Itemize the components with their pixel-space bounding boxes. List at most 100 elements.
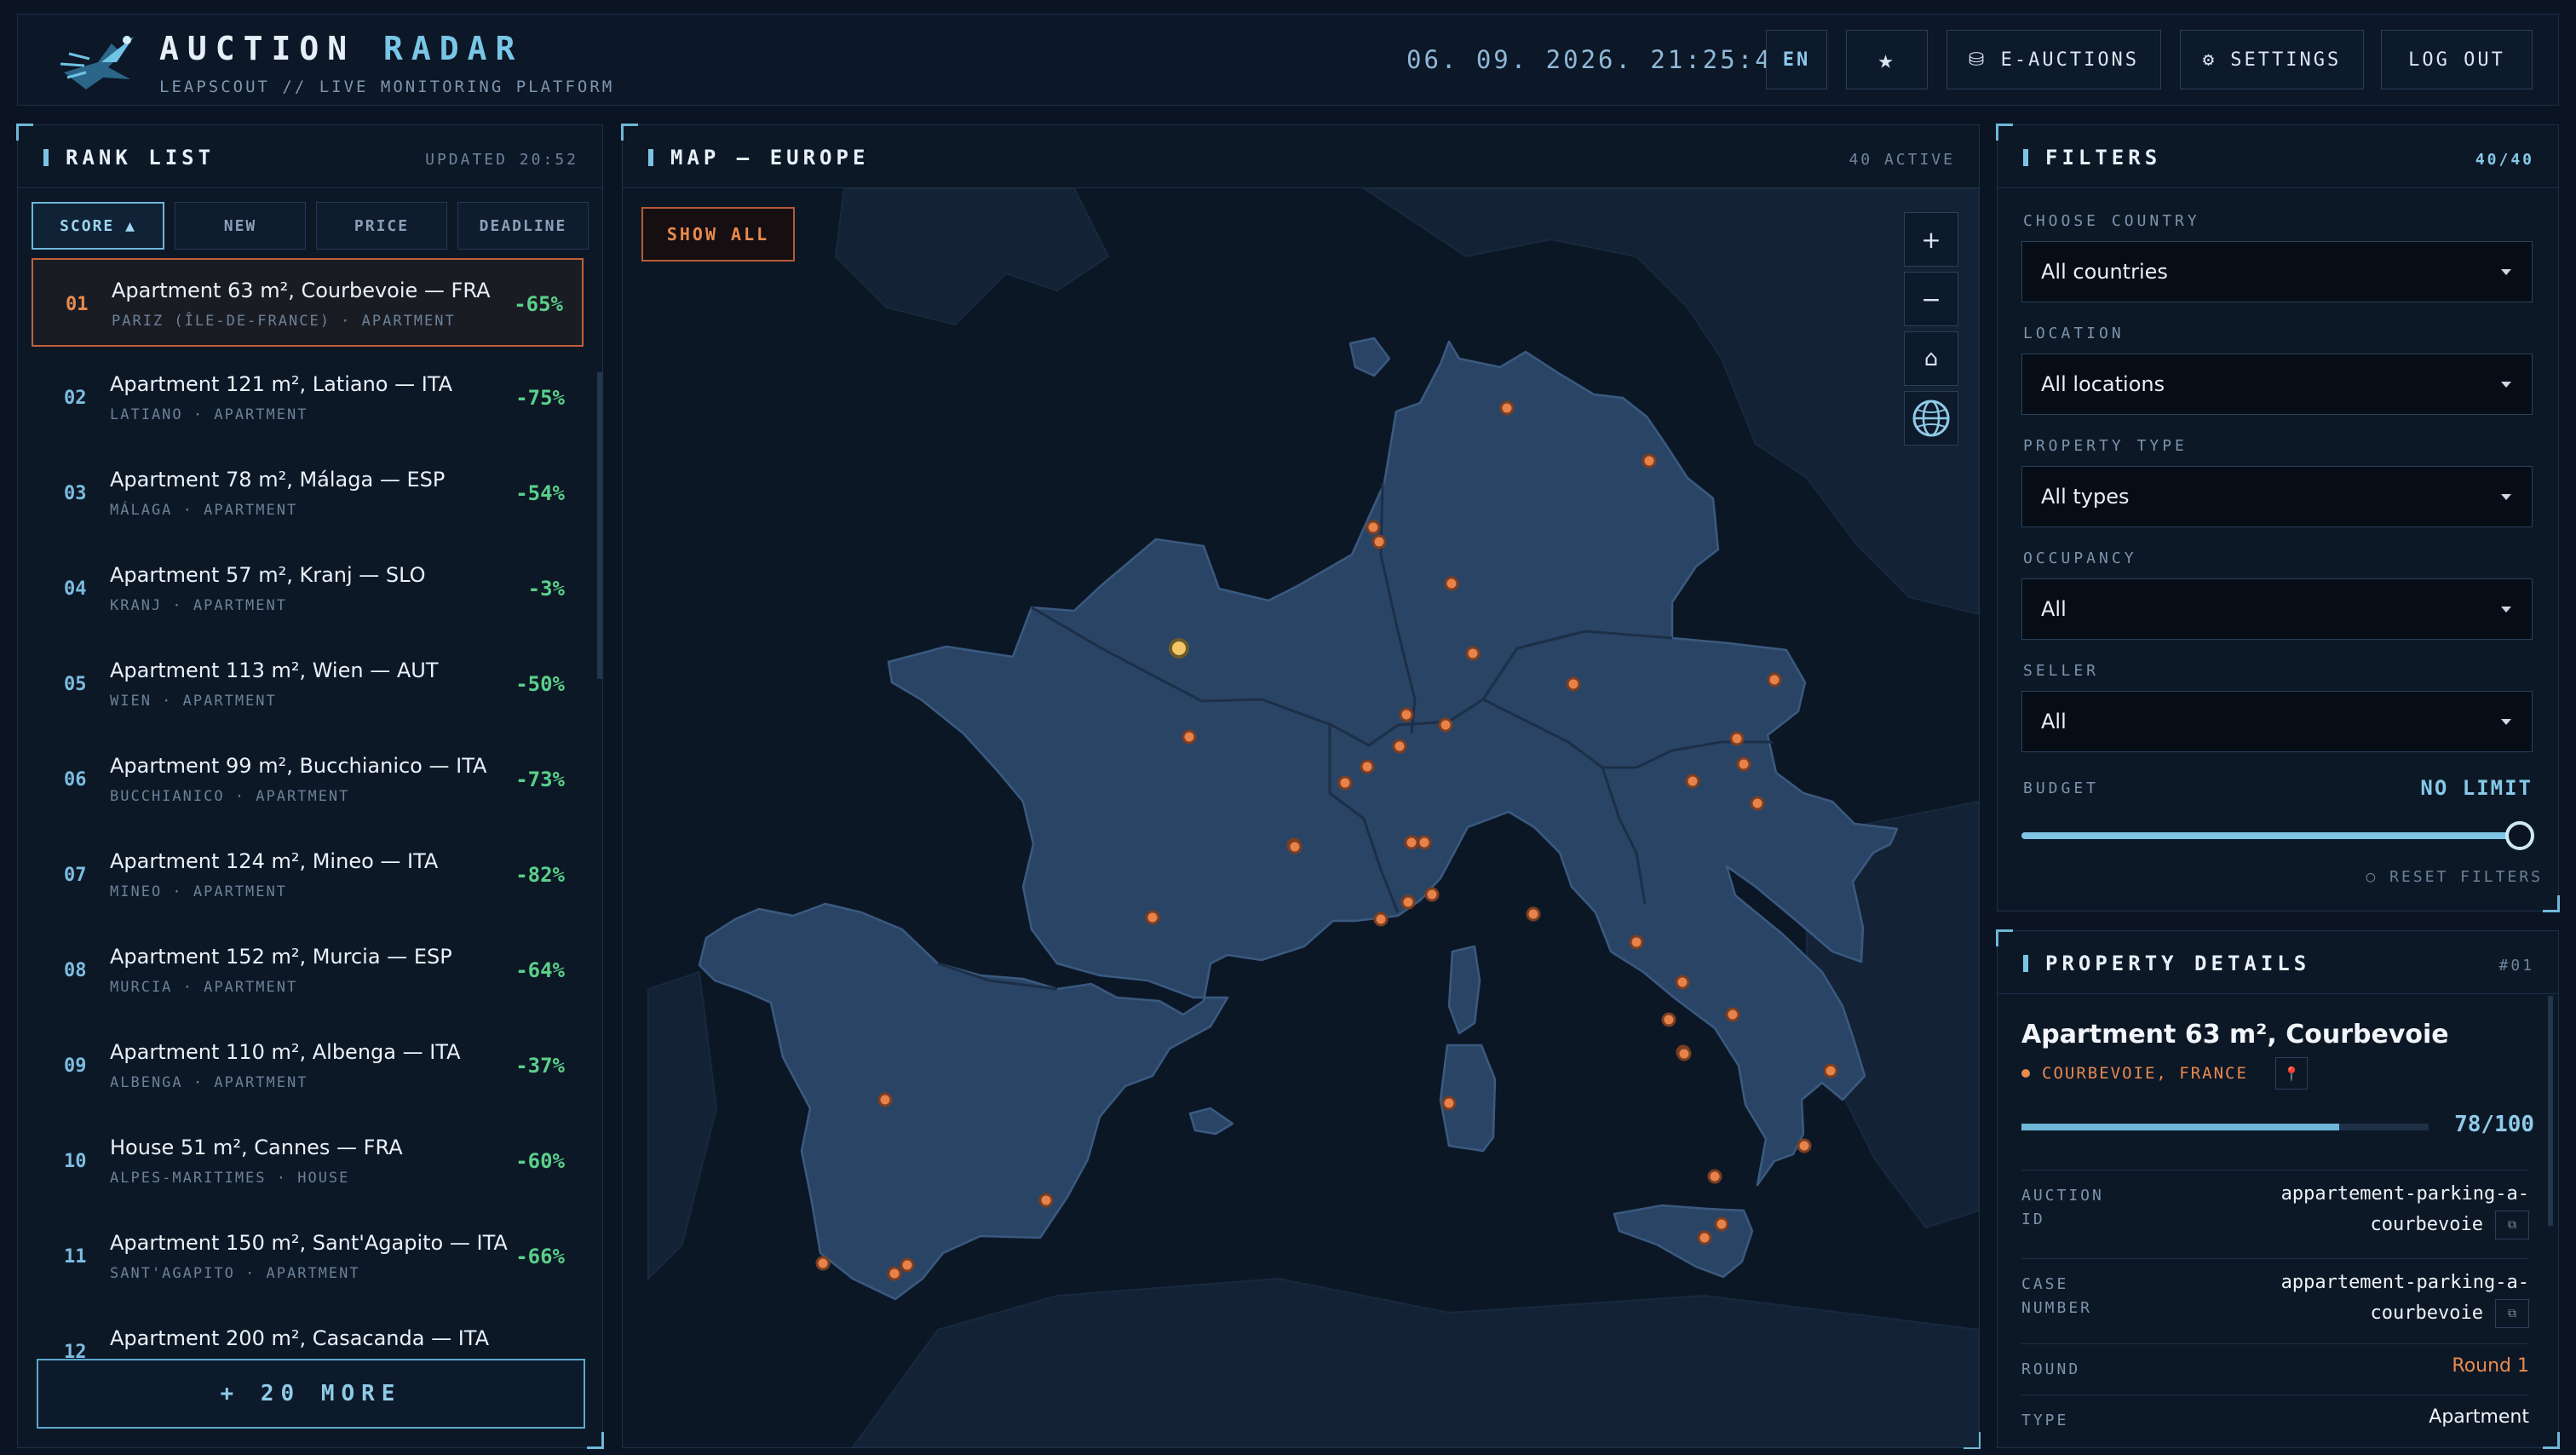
rank-list-item[interactable]: 11 Apartment 150 m², Sant'Agapito — ITA SA… xyxy=(32,1212,584,1301)
rank-list-item[interactable]: 04 Apartment 57 m², Kranj — SLO KRANJ · AP… xyxy=(32,544,584,633)
filters-panel: FILTERS 40/40 CHOOSE COUNTRY All countri… xyxy=(1996,124,2560,912)
budget-slider-handle[interactable] xyxy=(2505,821,2534,850)
map-marker[interactable] xyxy=(1566,676,1581,692)
map-marker[interactable] xyxy=(1371,534,1387,549)
map-marker[interactable] xyxy=(1823,1063,1838,1078)
rank-list-item[interactable]: 08 Apartment 152 m², Murcia — ESP MURCIA ·… xyxy=(32,926,584,1015)
map-marker[interactable] xyxy=(1629,935,1644,950)
map-marker[interactable] xyxy=(1676,1046,1692,1061)
map-marker[interactable] xyxy=(1707,1169,1722,1184)
map-marker[interactable] xyxy=(1404,835,1419,850)
map-marker[interactable] xyxy=(1767,672,1782,687)
map-marker[interactable] xyxy=(1661,1012,1676,1027)
rank-list-item[interactable]: 07 Apartment 124 m², Mineo — ITA MINEO · A… xyxy=(32,831,584,919)
settings-button[interactable]: ⚙ SETTINGS xyxy=(2180,30,2364,89)
details-header: PROPERTY DETAILS #01 xyxy=(1998,931,2558,994)
rank-list-item[interactable]: 03 Apartment 78 m², Málaga — ESP MÁLAGA · … xyxy=(32,449,584,538)
map-marker[interactable] xyxy=(1145,910,1160,925)
rank-list-item[interactable]: 10 House 51 m², Cannes — FRA ALPES-MARITIM… xyxy=(32,1117,584,1205)
zoom-in-button[interactable]: + xyxy=(1904,212,1958,267)
map-marker[interactable] xyxy=(1526,906,1541,922)
details-scrollbar[interactable] xyxy=(2548,996,2553,1226)
map-marker[interactable] xyxy=(1182,729,1197,745)
e-auctions-button[interactable]: ⛁ E-AUCTIONS xyxy=(1946,30,2161,89)
map-marker[interactable] xyxy=(1038,1193,1054,1208)
map-marker[interactable] xyxy=(1392,739,1407,754)
map-marker[interactable] xyxy=(887,1266,902,1281)
globe-view-button[interactable] xyxy=(1904,391,1958,446)
map-marker[interactable] xyxy=(1438,717,1453,733)
rank-list-item[interactable]: 05 Apartment 113 m², Wien — AUT WIEN · APA… xyxy=(32,640,584,728)
map-marker[interactable] xyxy=(1337,775,1353,791)
rank-list-item[interactable]: 02 Apartment 121 m², Latiano — ITA LATIANO… xyxy=(32,354,584,442)
map-marker[interactable] xyxy=(1736,756,1751,772)
map-marker[interactable] xyxy=(1675,975,1690,990)
sort-tab-new[interactable]: NEW xyxy=(175,202,306,250)
map-marker[interactable] xyxy=(1465,646,1481,661)
map-marker[interactable] xyxy=(1697,1230,1712,1245)
map-marker[interactable] xyxy=(900,1257,915,1273)
home-view-button[interactable]: ⌂ xyxy=(1904,331,1958,386)
sort-tab-price[interactable]: PRICE xyxy=(316,202,447,250)
rank-item-subtitle: ALPES-MARITIMES · HOUSE xyxy=(110,1170,350,1187)
map-marker[interactable] xyxy=(1366,520,1381,535)
occupancy-select[interactable]: All xyxy=(2021,578,2533,640)
europe-map[interactable] xyxy=(623,188,1979,1447)
map-marker[interactable] xyxy=(815,1256,831,1271)
zoom-out-button[interactable]: − xyxy=(1904,272,1958,326)
logout-button[interactable]: LOG OUT xyxy=(2381,30,2533,89)
property-name: Apartment 63 m², Courbevoie xyxy=(2021,1020,2449,1050)
property-type-select[interactable]: All types xyxy=(2021,466,2533,527)
seller-select[interactable]: All xyxy=(2021,691,2533,752)
show-all-button[interactable]: SHOW ALL xyxy=(641,207,795,262)
map-marker[interactable] xyxy=(1499,400,1515,416)
map-marker[interactable] xyxy=(877,1092,893,1107)
map-marker[interactable] xyxy=(1287,839,1302,854)
map-marker[interactable] xyxy=(1441,1096,1457,1111)
chevron-down-icon xyxy=(2501,607,2511,612)
detail-key: CASE NUMBER xyxy=(2021,1273,2092,1320)
rank-number: 05 xyxy=(64,674,87,695)
rank-updated-time: UPDATED 20:52 xyxy=(425,151,578,169)
map-marker[interactable] xyxy=(1750,796,1765,811)
map-marker[interactable] xyxy=(1685,774,1700,789)
map-marker[interactable] xyxy=(1400,894,1416,910)
occupancy-select-value: All xyxy=(2041,597,2067,621)
country-select[interactable]: All countries xyxy=(2021,241,2533,302)
panel-corner xyxy=(587,1432,604,1449)
copy-icon[interactable]: ⧉ xyxy=(2495,1211,2529,1239)
rank-list-item[interactable]: 09 Apartment 110 m², Albenga — ITA ALBENGA… xyxy=(32,1021,584,1110)
map-marker[interactable] xyxy=(1373,912,1389,927)
map-pin-icon: 📍 xyxy=(2283,1065,2300,1082)
map-marker[interactable] xyxy=(1360,759,1375,774)
map-marker[interactable] xyxy=(1399,707,1414,722)
map-marker[interactable] xyxy=(1797,1138,1812,1153)
load-more-button[interactable]: + 20 MORE xyxy=(37,1359,585,1429)
rank-list-item[interactable]: 01 Apartment 63 m², Courbevoie — FRA PARIZ… xyxy=(32,258,584,347)
map-marker[interactable] xyxy=(1424,887,1440,902)
copy-icon[interactable]: ⧉ xyxy=(2495,1299,2529,1328)
map-marker[interactable] xyxy=(1444,576,1459,591)
map-marker[interactable] xyxy=(1725,1007,1740,1022)
property-location: COURBEVOIE, FRANCE xyxy=(2021,1064,2248,1083)
map-marker[interactable] xyxy=(1642,453,1657,469)
language-button[interactable]: EN xyxy=(1766,30,1827,89)
sort-tab-deadline[interactable]: DEADLINE xyxy=(457,202,589,250)
rank-list-scrollbar[interactable] xyxy=(597,372,602,679)
rank-item-title: Apartment 78 m², Málaga — ESP xyxy=(110,468,446,492)
rank-item-subtitle: MURCIA · APARTMENT xyxy=(110,979,298,996)
rank-list-item[interactable]: 06 Apartment 99 m², Bucchianico — ITA BUCC… xyxy=(32,735,584,824)
reset-filters-link[interactable]: ○ RESET FILTERS xyxy=(2366,868,2543,886)
location-select[interactable]: All locations xyxy=(2021,354,2533,415)
map-marker-selected[interactable] xyxy=(1169,638,1189,658)
map-pin-button[interactable]: 📍 xyxy=(2275,1057,2308,1090)
rank-number: 08 xyxy=(64,960,87,981)
detail-row-type: TYPE Apartment xyxy=(2021,1395,2529,1446)
brand-title: AUCTION xyxy=(159,30,356,67)
favorites-star-button[interactable]: ★ xyxy=(1846,30,1928,89)
map-marker[interactable] xyxy=(1417,835,1432,850)
budget-slider-track[interactable] xyxy=(2021,832,2521,839)
map-marker[interactable] xyxy=(1714,1216,1729,1232)
map-marker[interactable] xyxy=(1729,731,1745,746)
sort-tab-score[interactable]: SCORE ▲ xyxy=(32,202,164,250)
